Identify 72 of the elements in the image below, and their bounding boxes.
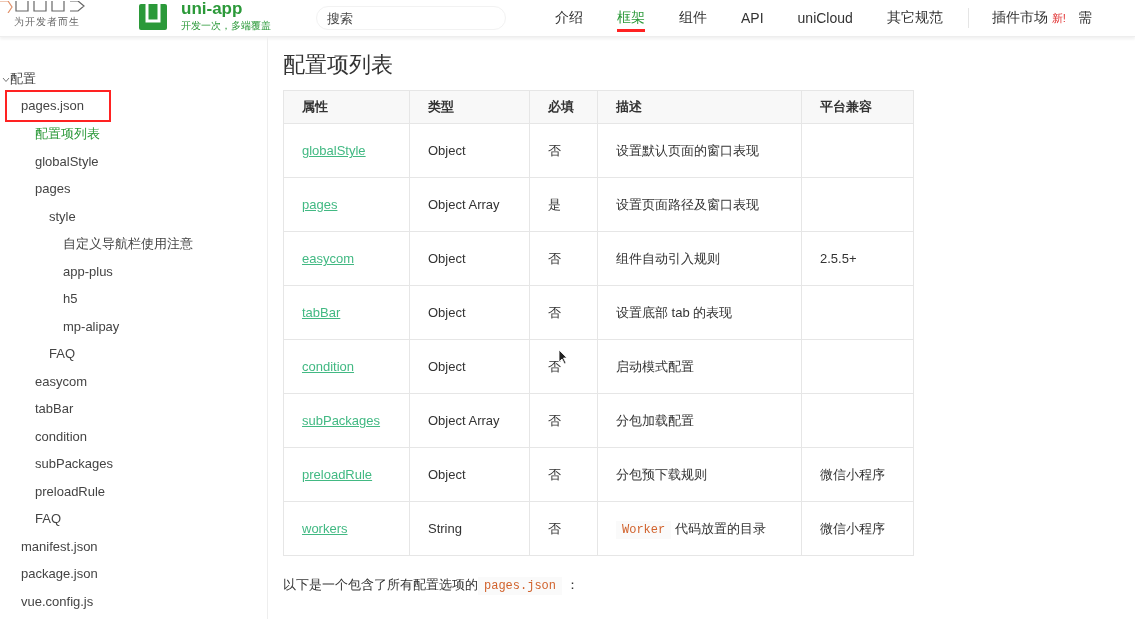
sidebar-item[interactable]: 自定义导航栏使用注意: [63, 234, 193, 253]
dcloud-logo-icon: [0, 1, 86, 13]
column-header: 平台兼容: [801, 90, 914, 124]
description-text: 分包预下载规则: [616, 466, 707, 482]
platform-text: 2.5.5+: [820, 251, 857, 266]
table-cell: 否: [529, 447, 598, 502]
sidebar-item[interactable]: easycom: [35, 373, 88, 389]
platform-text: 微信小程序: [820, 520, 885, 536]
sidebar-item[interactable]: subPackages: [35, 456, 114, 472]
inline-code: pages.json: [478, 577, 562, 595]
table-cell: Object Array: [409, 393, 530, 448]
chevron-icon[interactable]: [2, 77, 10, 83]
uni-app-logo-icon: [139, 4, 167, 30]
note-text: 以下是一个包含了所有配置选项的: [283, 577, 478, 592]
description-text: 启动模式配置: [616, 358, 694, 374]
table-cell: Object: [409, 339, 530, 394]
description-text: 分包加载配置: [616, 412, 694, 428]
brand-tagline: 为开发者而生: [14, 15, 80, 29]
sidebar-item[interactable]: package.json: [21, 566, 98, 582]
sidebar-item[interactable]: 配置: [10, 69, 36, 88]
nav-tab[interactable]: uniCloud: [780, 0, 870, 36]
column-header: 描述: [597, 90, 802, 124]
sidebar-item[interactable]: manifest.json: [21, 538, 98, 554]
note-text: ：: [566, 577, 579, 592]
sidebar-item[interactable]: pages.json: [7, 92, 109, 121]
description-text: 设置默认页面的窗口表现: [616, 142, 759, 158]
nav-tab[interactable]: 框架: [600, 0, 662, 36]
product-name: uni-app: [181, 1, 244, 16]
description-text: 设置页面路径及窗口表现: [616, 196, 759, 212]
nav-tab[interactable]: API: [724, 0, 781, 36]
sidebar-item[interactable]: 配置项列表: [35, 124, 100, 143]
table-cell: 否: [529, 231, 598, 286]
sidebar-item[interactable]: condition: [35, 428, 88, 444]
table-cell: 否: [529, 123, 598, 178]
new-label: 新!: [1051, 10, 1066, 26]
sidebar-item[interactable]: tabBar: [35, 401, 74, 417]
nav-link[interactable]: 需: [1071, 0, 1109, 36]
sidebar-item[interactable]: FAQ: [49, 346, 75, 362]
description-text: 设置底部 tab 的表现: [616, 304, 733, 320]
column-header: 属性: [283, 90, 410, 124]
nav-tab[interactable]: 介绍: [538, 0, 600, 36]
table-cell: String: [409, 501, 530, 556]
table-cell: Object Array: [409, 177, 530, 232]
nav-tab[interactable]: 其它规范: [869, 0, 960, 36]
product-slogan: 开发一次，多端覆盖: [181, 18, 271, 33]
table-cell: Object: [409, 285, 530, 340]
table-cell: Object: [409, 123, 530, 178]
inline-code: Worker: [616, 520, 672, 539]
sidebar-item[interactable]: mp-alipay: [63, 318, 120, 334]
sidebar-item[interactable]: globalStyle: [35, 153, 99, 169]
sidebar-item[interactable]: pages: [35, 181, 71, 197]
table-cell: 否: [529, 393, 598, 448]
column-header: 类型: [409, 90, 530, 124]
search-field[interactable]: 搜索: [316, 6, 506, 30]
table-cell: 否: [529, 501, 598, 556]
sidebar-item[interactable]: app-plus: [63, 263, 113, 279]
sidebar-item[interactable]: FAQ: [35, 511, 61, 527]
nav-tab[interactable]: 组件: [662, 0, 724, 36]
platform-text: 微信小程序: [820, 466, 885, 482]
column-header: 必填: [529, 90, 598, 124]
table-cell: 是: [529, 177, 598, 232]
table-cell: 否: [529, 285, 598, 340]
sidebar-item[interactable]: vue.config.js: [21, 593, 94, 609]
sidebar-item[interactable]: h5: [63, 291, 78, 307]
table-cell: Object: [409, 231, 530, 286]
description-text: 代码放置的目录: [675, 520, 767, 536]
sidebar-item[interactable]: style: [49, 208, 76, 224]
description-text: 组件自动引入规则: [616, 250, 720, 266]
plugin-market-link[interactable]: 插件市场: [974, 0, 1052, 36]
sidebar-item[interactable]: preloadRule: [35, 483, 106, 499]
table-cell: Object: [409, 447, 530, 502]
page-title: 配置项列表: [283, 51, 394, 79]
